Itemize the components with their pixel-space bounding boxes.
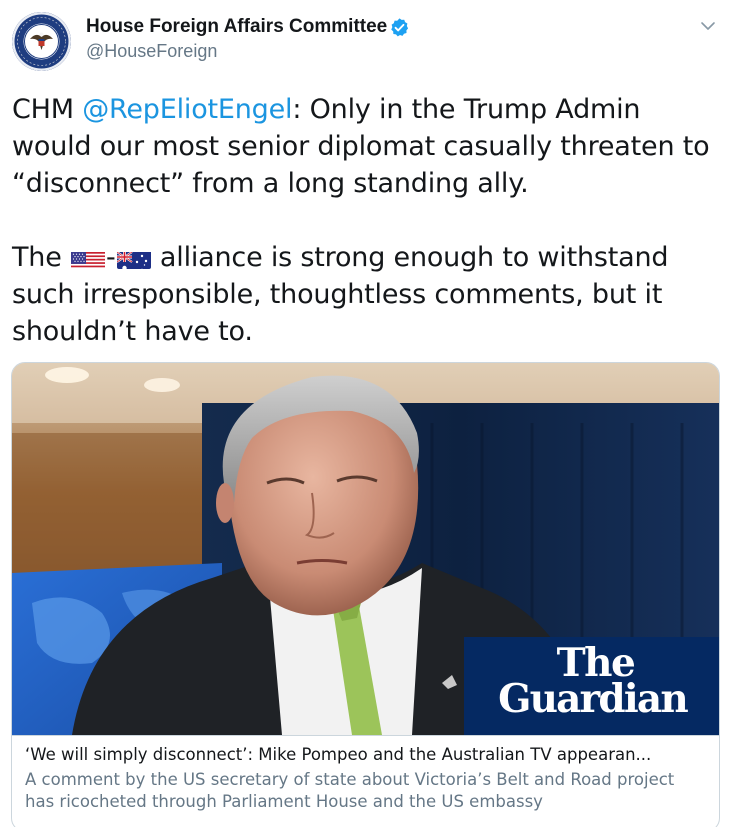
guardian-logo-line2: Guardian — [498, 676, 689, 722]
us-flag-icon — [71, 247, 105, 269]
text-prefix: The — [12, 242, 70, 273]
author-info: House Foreign Affairs Committee @HouseFo… — [86, 16, 410, 62]
mention-link[interactable]: @RepEliotEngel — [82, 94, 292, 125]
australia-flag-icon — [116, 247, 151, 269]
display-name[interactable]: House Foreign Affairs Committee — [86, 16, 387, 38]
tweet-paragraph-1: CHM @RepEliotEngel: Only in the Trump Ad… — [12, 91, 718, 202]
tweet-text: CHM @RepEliotEngel: Only in the Trump Ad… — [12, 91, 718, 350]
chevron-down-icon[interactable] — [698, 16, 718, 36]
text-prefix: CHM — [12, 94, 83, 125]
handle[interactable]: @HouseForeign — [86, 41, 410, 62]
link-preview-card[interactable]: The Guardian ‘We will simply disconnect’… — [11, 362, 720, 827]
guardian-logo: The Guardian — [464, 637, 719, 735]
committee-seal-icon[interactable] — [12, 12, 71, 71]
card-title[interactable]: ‘We will simply disconnect’: Mike Pompeo… — [25, 743, 706, 767]
tweet-header: House Foreign Affairs Committee @HouseFo… — [12, 12, 718, 72]
card-description: A comment by the US secretary of state a… — [25, 770, 675, 811]
card-body: ‘We will simply disconnect’: Mike Pompeo… — [12, 735, 719, 813]
verified-badge-icon — [389, 17, 410, 38]
flag-dash: - — [106, 242, 116, 273]
tweet-paragraph-2: The - alliance is strong enough to withs… — [12, 239, 718, 350]
article-image: The Guardian — [12, 363, 719, 735]
